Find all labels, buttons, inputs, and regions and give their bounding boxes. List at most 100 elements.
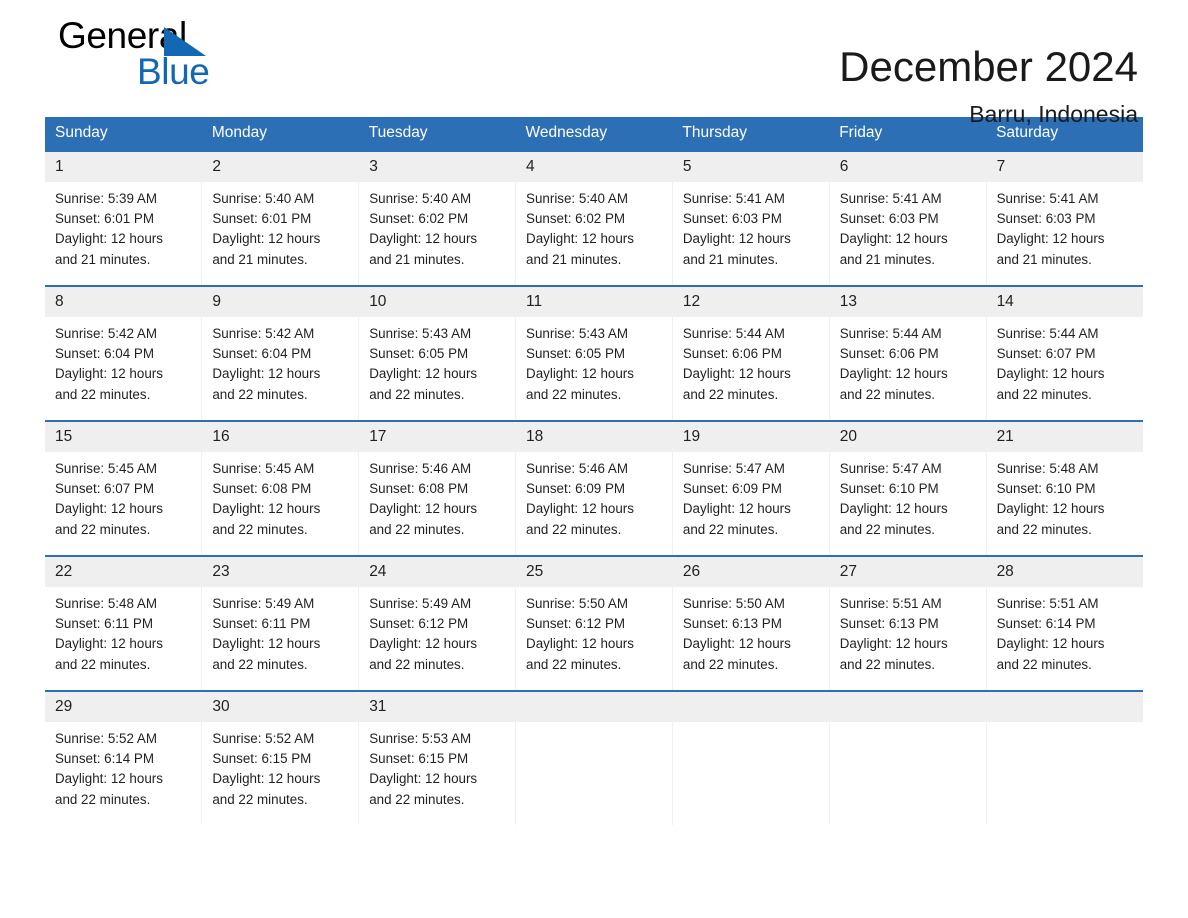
day-cell[interactable]: 2 Sunrise: 5:40 AM Sunset: 6:01 PM Dayli… (201, 150, 360, 286)
day-number: 18 (516, 422, 672, 452)
daylight-text-line2: and 22 minutes. (369, 386, 465, 402)
sunset-text: Sunset: 6:13 PM (682, 616, 782, 632)
day-details: Sunrise: 5:40 AM Sunset: 6:02 PM Dayligh… (359, 182, 515, 270)
sunset-text: Sunset: 6:12 PM (526, 616, 626, 632)
day-number: 15 (45, 422, 202, 452)
sunrise-text: Sunrise: 5:47 AM (682, 461, 785, 476)
calendar-week-row: 15 Sunrise: 5:45 AM Sunset: 6:07 PM Dayl… (45, 420, 1143, 556)
sunrise-text: Sunrise: 5:44 AM (682, 326, 785, 341)
day-details: Sunrise: 5:41 AM Sunset: 6:03 PM Dayligh… (673, 182, 829, 270)
day-cell[interactable]: 12 Sunrise: 5:44 AM Sunset: 6:06 PM Dayl… (672, 285, 830, 421)
daylight-text-line1: Daylight: 12 hours (996, 366, 1105, 382)
day-details: Sunrise: 5:43 AM Sunset: 6:05 PM Dayligh… (516, 317, 672, 405)
day-cell[interactable]: 14 Sunrise: 5:44 AM Sunset: 6:07 PM Dayl… (986, 285, 1143, 421)
day-cell[interactable]: 4 Sunrise: 5:40 AM Sunset: 6:02 PM Dayli… (515, 150, 673, 286)
sunrise-text: Sunrise: 5:51 AM (839, 596, 942, 611)
daylight-text-line2: and 22 minutes. (682, 521, 779, 537)
daylight-text-line2: and 21 minutes. (839, 251, 936, 267)
day-number: 4 (516, 152, 672, 182)
logo-text-blue: Blue (137, 51, 210, 92)
day-cell[interactable]: 17 Sunrise: 5:46 AM Sunset: 6:08 PM Dayl… (358, 420, 517, 556)
day-number: 9 (202, 287, 359, 317)
day-cell[interactable]: 30 Sunrise: 5:52 AM Sunset: 6:15 PM Dayl… (201, 690, 360, 825)
daylight-text-line2: and 22 minutes. (839, 521, 936, 537)
day-number: 25 (516, 557, 672, 587)
daylight-text-line1: Daylight: 12 hours (996, 231, 1105, 247)
day-cell[interactable]: 8 Sunrise: 5:42 AM Sunset: 6:04 PM Dayli… (45, 285, 203, 421)
sunrise-text: Sunrise: 5:43 AM (369, 326, 472, 341)
sunrise-text: Sunrise: 5:49 AM (369, 596, 472, 611)
day-details: Sunrise: 5:44 AM Sunset: 6:07 PM Dayligh… (987, 317, 1143, 405)
daylight-text-line1: Daylight: 12 hours (212, 636, 321, 652)
sunrise-text: Sunrise: 5:40 AM (369, 191, 472, 206)
sunset-text: Sunset: 6:05 PM (369, 346, 469, 362)
day-cell[interactable]: 29 Sunrise: 5:52 AM Sunset: 6:14 PM Dayl… (45, 690, 203, 825)
daylight-text-line1: Daylight: 12 hours (212, 771, 321, 787)
day-cell[interactable]: 18 Sunrise: 5:46 AM Sunset: 6:09 PM Dayl… (515, 420, 673, 556)
sunrise-text: Sunrise: 5:52 AM (55, 731, 157, 746)
daylight-text-line2: and 22 minutes. (526, 656, 622, 672)
daylight-text-line1: Daylight: 12 hours (369, 501, 478, 517)
day-details: Sunrise: 5:48 AM Sunset: 6:10 PM Dayligh… (987, 452, 1143, 540)
day-cell[interactable]: 5 Sunrise: 5:41 AM Sunset: 6:03 PM Dayli… (672, 150, 830, 286)
sunrise-text: Sunrise: 5:50 AM (526, 596, 629, 611)
sunrise-text: Sunrise: 5:52 AM (212, 731, 315, 746)
day-cell[interactable]: 21 Sunrise: 5:48 AM Sunset: 6:10 PM Dayl… (986, 420, 1143, 556)
calendar-week-row: 29 Sunrise: 5:52 AM Sunset: 6:14 PM Dayl… (45, 690, 1143, 825)
day-cell[interactable]: 9 Sunrise: 5:42 AM Sunset: 6:04 PM Dayli… (201, 285, 360, 421)
day-cell[interactable]: 16 Sunrise: 5:45 AM Sunset: 6:08 PM Dayl… (201, 420, 360, 556)
day-details: Sunrise: 5:46 AM Sunset: 6:08 PM Dayligh… (359, 452, 515, 540)
daylight-text-line1: Daylight: 12 hours (996, 501, 1105, 517)
sunrise-text: Sunrise: 5:49 AM (212, 596, 315, 611)
day-cell[interactable]: 25 Sunrise: 5:50 AM Sunset: 6:12 PM Dayl… (515, 555, 673, 691)
daylight-text-line1: Daylight: 12 hours (212, 366, 321, 382)
daylight-text-line2: and 22 minutes. (369, 791, 465, 807)
sunset-text: Sunset: 6:04 PM (212, 346, 312, 362)
day-cell[interactable]: 19 Sunrise: 5:47 AM Sunset: 6:09 PM Dayl… (672, 420, 830, 556)
sunrise-text: Sunrise: 5:43 AM (526, 326, 629, 341)
daylight-text-line2: and 22 minutes. (55, 656, 151, 672)
day-cell[interactable]: 28 Sunrise: 5:51 AM Sunset: 6:14 PM Dayl… (986, 555, 1143, 691)
day-details: Sunrise: 5:47 AM Sunset: 6:09 PM Dayligh… (673, 452, 829, 540)
day-number: 5 (672, 152, 829, 182)
day-cell[interactable]: 31 Sunrise: 5:53 AM Sunset: 6:15 PM Dayl… (358, 690, 517, 825)
sunrise-text: Sunrise: 5:45 AM (55, 461, 157, 476)
sunset-text: Sunset: 6:01 PM (212, 211, 312, 227)
daylight-text-line2: and 22 minutes. (839, 386, 936, 402)
calendar-table: Sunday Monday Tuesday Wednesday Thursday… (45, 117, 1143, 825)
day-number: 19 (672, 422, 829, 452)
day-cell[interactable]: 23 Sunrise: 5:49 AM Sunset: 6:11 PM Dayl… (201, 555, 360, 691)
sunset-text: Sunset: 6:06 PM (839, 346, 939, 362)
day-cell[interactable]: 1 Sunrise: 5:39 AM Sunset: 6:01 PM Dayli… (45, 150, 203, 286)
sunrise-text: Sunrise: 5:53 AM (369, 731, 472, 746)
sunrise-text: Sunrise: 5:41 AM (996, 191, 1099, 206)
day-cell[interactable]: 20 Sunrise: 5:47 AM Sunset: 6:10 PM Dayl… (829, 420, 987, 556)
day-details: Sunrise: 5:42 AM Sunset: 6:04 PM Dayligh… (45, 317, 201, 405)
daylight-text-line1: Daylight: 12 hours (369, 231, 478, 247)
generalblue-logo[interactable]: General Blue (58, 16, 278, 98)
day-cell[interactable]: 27 Sunrise: 5:51 AM Sunset: 6:13 PM Dayl… (829, 555, 987, 691)
day-number: 2 (202, 152, 359, 182)
day-cell[interactable]: 24 Sunrise: 5:49 AM Sunset: 6:12 PM Dayl… (358, 555, 517, 691)
day-cell[interactable]: 6 Sunrise: 5:41 AM Sunset: 6:03 PM Dayli… (829, 150, 987, 286)
daylight-text-line2: and 22 minutes. (55, 521, 151, 537)
sunrise-text: Sunrise: 5:42 AM (212, 326, 315, 341)
sunset-text: Sunset: 6:08 PM (212, 481, 312, 497)
day-number: 14 (986, 287, 1143, 317)
daylight-text-line2: and 21 minutes. (369, 251, 465, 267)
day-number: 24 (359, 557, 516, 587)
day-number (672, 692, 829, 722)
sunrise-text: Sunrise: 5:46 AM (369, 461, 472, 476)
day-cell[interactable]: 22 Sunrise: 5:48 AM Sunset: 6:11 PM Dayl… (45, 555, 203, 691)
daylight-text-line2: and 22 minutes. (526, 521, 622, 537)
day-cell[interactable]: 26 Sunrise: 5:50 AM Sunset: 6:13 PM Dayl… (672, 555, 830, 691)
day-details: Sunrise: 5:49 AM Sunset: 6:12 PM Dayligh… (359, 587, 515, 675)
day-cell[interactable]: 15 Sunrise: 5:45 AM Sunset: 6:07 PM Dayl… (45, 420, 203, 556)
day-cell[interactable]: 10 Sunrise: 5:43 AM Sunset: 6:05 PM Dayl… (358, 285, 517, 421)
day-cell[interactable]: 3 Sunrise: 5:40 AM Sunset: 6:02 PM Dayli… (358, 150, 517, 286)
daylight-text-line2: and 22 minutes. (839, 656, 936, 672)
day-cell[interactable]: 13 Sunrise: 5:44 AM Sunset: 6:06 PM Dayl… (829, 285, 987, 421)
day-details: Sunrise: 5:45 AM Sunset: 6:07 PM Dayligh… (45, 452, 201, 540)
day-cell[interactable]: 7 Sunrise: 5:41 AM Sunset: 6:03 PM Dayli… (986, 150, 1143, 286)
day-cell[interactable]: 11 Sunrise: 5:43 AM Sunset: 6:05 PM Dayl… (515, 285, 673, 421)
